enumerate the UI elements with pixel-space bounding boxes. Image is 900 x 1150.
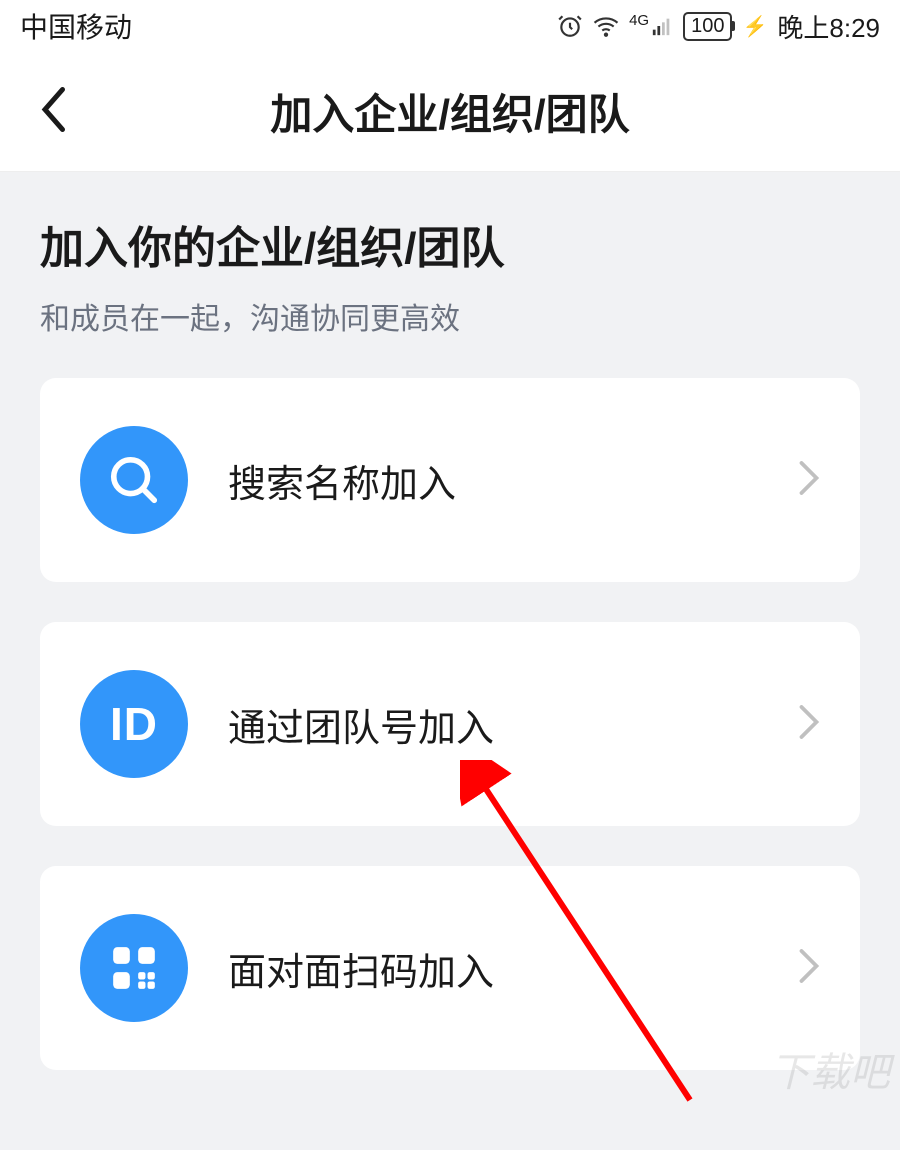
- network-icon: 4G: [629, 15, 673, 37]
- page-header: 加入企业/组织/团队: [0, 52, 900, 172]
- section-heading: 加入你的企业/组织/团队: [40, 212, 860, 276]
- back-button[interactable]: [40, 84, 70, 139]
- alarm-icon: [557, 13, 583, 39]
- option-label: 面对面扫码加入: [228, 941, 798, 996]
- wifi-icon: [593, 13, 619, 39]
- time-label: 晚上8:29: [777, 8, 880, 45]
- status-indicators: 4G 100 ⚡ 晚上8:29: [557, 8, 880, 45]
- chevron-right-icon: [798, 460, 820, 501]
- page-title: 加入企业/组织/团队: [30, 81, 870, 142]
- chevron-right-icon: [798, 704, 820, 745]
- search-icon: [80, 426, 188, 534]
- option-search-name[interactable]: 搜索名称加入: [40, 378, 860, 582]
- charging-icon: ⚡: [742, 14, 767, 39]
- section-subtitle: 和成员在一起，沟通协同更高效: [40, 294, 860, 338]
- content-area: 加入你的企业/组织/团队 和成员在一起，沟通协同更高效 搜索名称加入 ID 通过…: [0, 172, 900, 1150]
- carrier-label: 中国移动: [20, 6, 132, 46]
- chevron-right-icon: [798, 948, 820, 989]
- option-team-id[interactable]: ID 通过团队号加入: [40, 622, 860, 826]
- qr-icon: [80, 914, 188, 1022]
- option-label: 搜索名称加入: [228, 453, 798, 508]
- battery-indicator: 100: [683, 12, 732, 41]
- id-icon: ID: [80, 670, 188, 778]
- option-scan-qr[interactable]: 面对面扫码加入: [40, 866, 860, 1070]
- status-bar: 中国移动 4G 1: [0, 0, 900, 52]
- option-label: 通过团队号加入: [228, 697, 798, 752]
